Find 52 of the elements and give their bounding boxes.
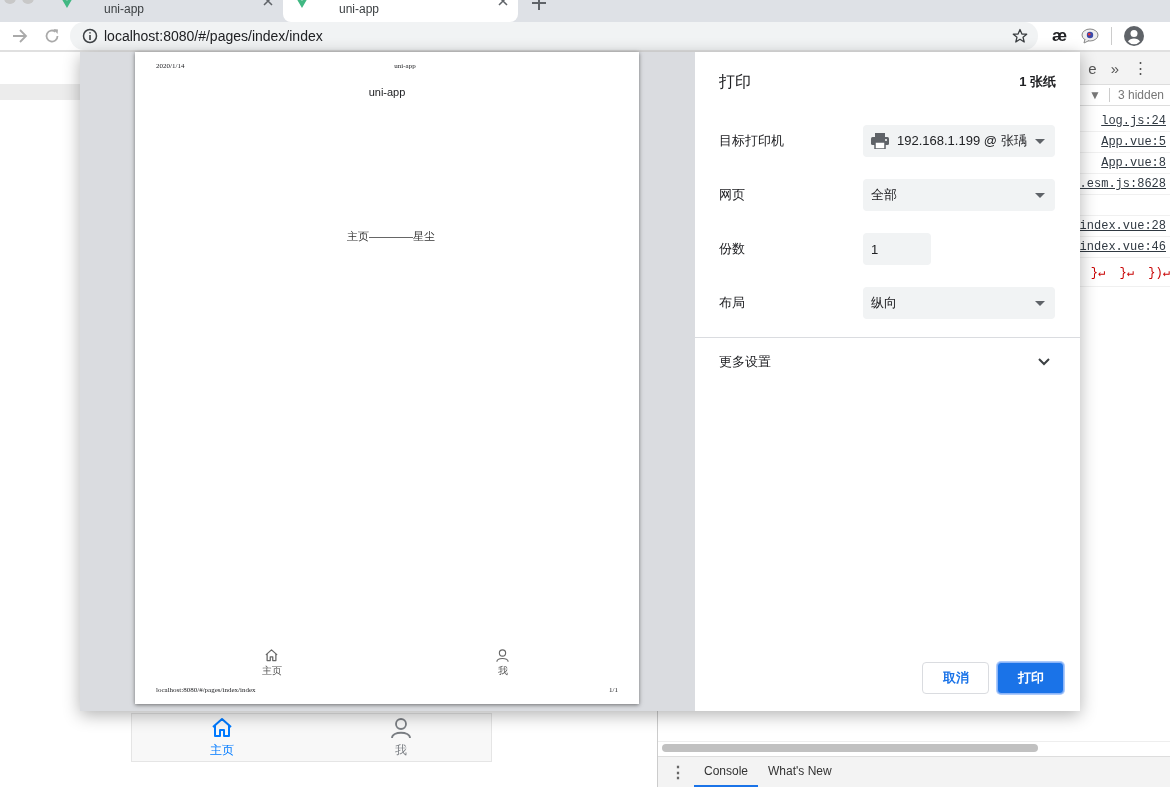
profile-icon[interactable] xyxy=(1124,26,1145,46)
copies-field[interactable]: 1 xyxy=(863,233,931,265)
drawer-tab[interactable]: What's New xyxy=(758,757,842,787)
drawer-tab[interactable]: Console xyxy=(694,757,759,787)
hidden-count: 3 hidden xyxy=(1117,88,1164,102)
dropdown[interactable]: 全部 xyxy=(863,179,1055,211)
more-menu-button[interactable]: ⋮ xyxy=(1133,59,1148,77)
more-settings-toggle[interactable]: 更多设置 xyxy=(695,338,1080,386)
person-icon xyxy=(389,716,414,740)
dropdown-caret-icon xyxy=(1035,300,1045,306)
browser-tab[interactable]: uni-app xyxy=(283,0,518,22)
drawer-menu-button[interactable]: ⋮ xyxy=(658,757,694,787)
plus-icon[interactable] xyxy=(532,0,546,10)
source-link[interactable]: .esm.js:8628 xyxy=(1079,177,1166,191)
dropdown-caret-icon xyxy=(1035,138,1045,144)
source-link[interactable]: index.vue:28 xyxy=(1079,219,1166,233)
body-text: 主页————星尘 xyxy=(346,229,436,244)
print-button[interactable]: 打印 xyxy=(997,662,1064,694)
setting-label: 份数 xyxy=(719,240,746,258)
star-icon[interactable] xyxy=(1012,28,1028,44)
home-icon xyxy=(264,648,279,663)
dropdown[interactable]: 纵向 xyxy=(863,287,1055,319)
tab-bar-item[interactable]: 我 xyxy=(311,714,491,761)
source-link[interactable]: log.js:24 xyxy=(1101,114,1166,128)
setting-label: 网页 xyxy=(719,186,746,204)
browser-tab[interactable]: uni-app xyxy=(48,0,283,22)
tab-bar-item[interactable]: 主页 xyxy=(132,714,312,761)
source-link[interactable]: App.vue:5 xyxy=(1101,135,1166,149)
cancel-button[interactable]: 取消 xyxy=(922,662,989,694)
dropdown-caret-icon xyxy=(1035,192,1045,198)
tab-label: 我 xyxy=(497,664,508,678)
source-link[interactable]: App.vue:8 xyxy=(1101,156,1166,170)
setting-label: 目标打印机 xyxy=(719,132,785,150)
address-bar[interactable]: localhost:8080/#/pages/index/index xyxy=(70,22,1038,50)
setting-label: 布局 xyxy=(719,294,746,312)
speech-bubble-icon[interactable] xyxy=(1081,28,1100,44)
printer-select[interactable]: 192.168.1.199 @ 张瑀 xyxy=(863,125,1055,157)
source-link[interactable]: index.vue:46 xyxy=(1079,240,1166,254)
page-title: uni-app xyxy=(367,86,407,98)
printer-icon xyxy=(871,133,889,149)
code-text: }↵ }↵ })↵ xyxy=(1090,264,1170,280)
person-icon xyxy=(495,648,510,663)
scrollbar-thumb[interactable] xyxy=(662,744,1038,752)
dialog-title: 打印 xyxy=(719,71,751,92)
dropdown-arrow[interactable]: ▼ xyxy=(1089,88,1101,102)
tab-label[interactable]: e xyxy=(1088,59,1097,77)
tab-label: 主页 xyxy=(261,664,282,678)
more-tabs-button[interactable]: » xyxy=(1110,59,1119,77)
info-icon xyxy=(82,28,98,44)
chevron-down-icon xyxy=(1038,358,1050,366)
extension-button[interactable]: æ xyxy=(1052,26,1068,46)
sheet-count: 1 张纸 xyxy=(1019,73,1056,91)
